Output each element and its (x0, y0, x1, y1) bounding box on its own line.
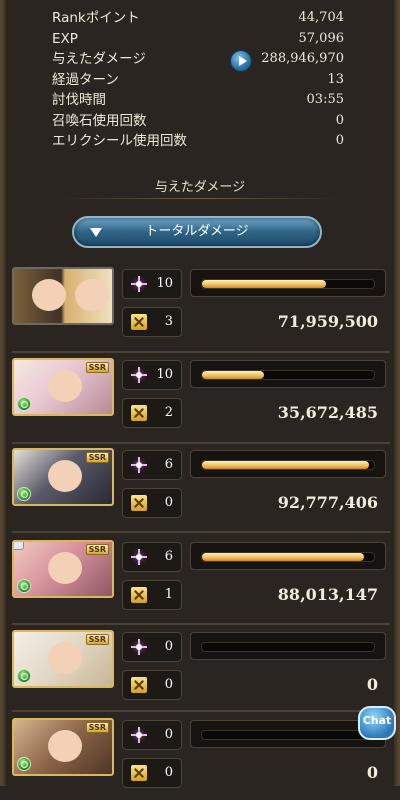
wind-element-icon (17, 579, 31, 593)
turn-badge: 0 (122, 670, 182, 700)
star-icon (131, 549, 147, 565)
turn-badge: 0 (122, 758, 182, 788)
damage-gauge (190, 720, 386, 748)
stat-damage-dealt: 与えたダメージ 288,946,970 (52, 49, 344, 72)
damage-value: 92,777,406 (277, 493, 378, 512)
turn-badge: 3 (122, 307, 182, 337)
special-badge: 0 (122, 720, 182, 750)
special-badge: 0 (122, 632, 182, 662)
wind-element-icon (17, 487, 31, 501)
crossed-swords-icon (131, 677, 147, 693)
turn-badge: 0 (122, 488, 182, 518)
row-divider (12, 623, 390, 625)
star-icon (131, 367, 147, 383)
row-divider (12, 442, 390, 444)
crossed-swords-icon (131, 314, 147, 330)
star-icon (131, 639, 147, 655)
damage-value: 0 (366, 675, 378, 694)
damage-gauge (190, 360, 386, 388)
player-row: SSR 0 0 0 (12, 630, 390, 712)
ssr-brown-hair-portrait: SSR (12, 718, 114, 776)
section-title: 与えたダメージ (154, 180, 246, 195)
player-row: 10 3 71,959,500 (12, 267, 390, 349)
ssr-elder-portrait: SSR (12, 630, 114, 688)
damage-value: 0 (366, 763, 378, 782)
ssr-pink-hair-portrait-2: SSR (12, 540, 114, 598)
damage-value: 35,672,485 (277, 403, 378, 422)
ssr-pink-hair-portrait: SSR (12, 358, 114, 416)
crossed-swords-icon (131, 765, 147, 781)
crossed-swords-icon (131, 495, 147, 511)
row-divider (12, 710, 390, 712)
star-icon (131, 727, 147, 743)
special-badge: 10 (122, 360, 182, 390)
row-divider (12, 351, 390, 353)
stat-defeat-time: 討伐時間 03:55 (52, 92, 344, 108)
damage-gauge (190, 632, 386, 660)
turn-badge: 2 (122, 398, 182, 428)
wind-element-icon (17, 757, 31, 771)
player-row: SSR 0 0 0 (12, 718, 390, 800)
total-damage-dropdown[interactable]: トータルダメージ (72, 216, 322, 248)
stat-rank-points: Rankポイント 44,704 (52, 10, 344, 26)
special-badge: 6 (122, 542, 182, 572)
left-frame (0, 0, 6, 786)
stat-elapsed-turns: 経過ターン 13 (52, 71, 344, 88)
crossed-swords-icon (131, 405, 147, 421)
player-row: SSR 6 0 92,777,406 (12, 448, 390, 530)
damage-value: 88,013,147 (277, 585, 378, 604)
crossed-swords-icon (131, 587, 147, 603)
row-divider (12, 531, 390, 533)
status-mark-icon (14, 542, 24, 550)
player-row: SSR 6 1 88,013,147 (12, 540, 390, 622)
player-row: SSR 10 2 35,672,485 (12, 358, 390, 440)
wind-element-icon (17, 669, 31, 683)
section-divider (60, 198, 340, 199)
wind-element-icon (17, 397, 31, 411)
right-frame (394, 0, 400, 786)
star-icon (131, 276, 147, 292)
turn-badge: 1 (122, 580, 182, 610)
ssr-dark-hair-portrait: SSR (12, 448, 114, 506)
star-icon (131, 457, 147, 473)
stat-elixir-uses: エリクシール使用回数 0 (52, 133, 344, 149)
special-badge: 6 (122, 450, 182, 480)
dual-character-portrait (12, 267, 114, 325)
damage-gauge (190, 542, 386, 570)
battle-stats: Rankポイント 44,704 EXP 57,096 与えたダメージ 288,9… (52, 8, 344, 152)
damage-gauge (190, 269, 386, 297)
damage-gauge (190, 450, 386, 478)
damage-value: 71,959,500 (277, 312, 378, 331)
stat-summon-uses: 召喚石使用回数 0 (52, 112, 344, 129)
stat-exp: EXP 57,096 (52, 30, 344, 47)
chat-button[interactable]: Chat (358, 706, 396, 740)
special-badge: 10 (122, 269, 182, 299)
